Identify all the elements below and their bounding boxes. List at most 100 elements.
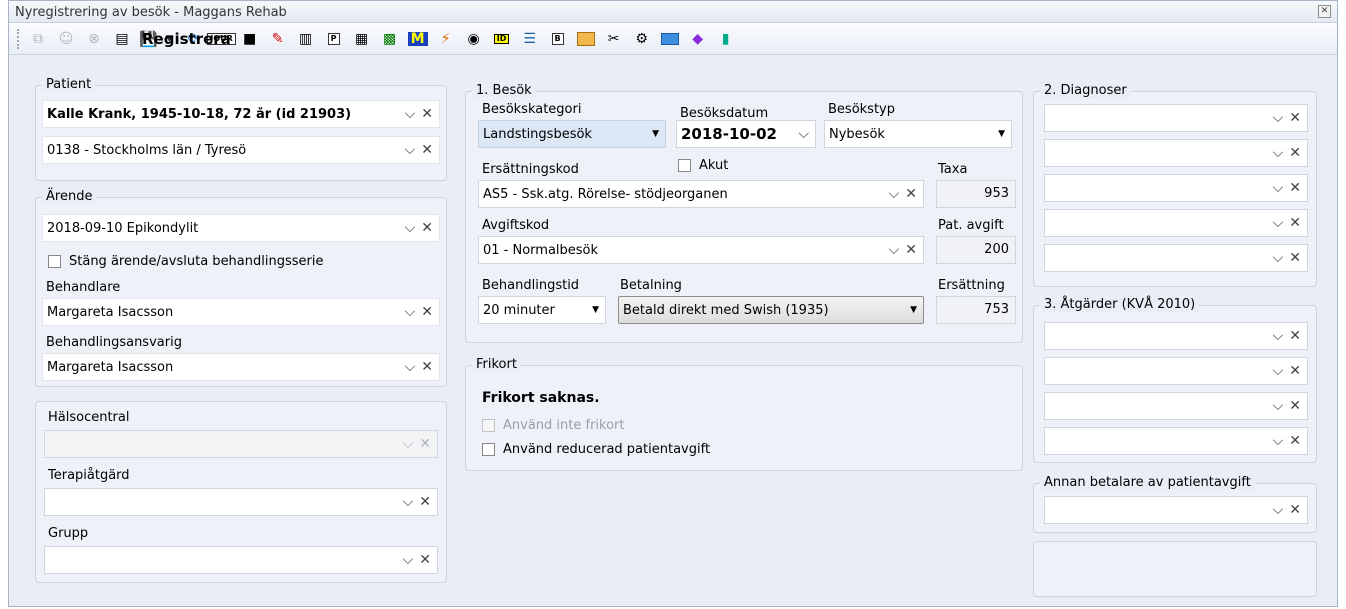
grid-icon[interactable] [575,28,597,50]
payment-icon[interactable] [659,28,681,50]
close-arende-checkbox[interactable]: Stäng ärende/avsluta behandlingsserie [48,254,323,269]
chevron-down-icon[interactable]: ⌵ [889,186,900,202]
clear-icon[interactable]: ✕ [1289,180,1301,196]
datum-combo[interactable]: 2018-10-02 ⌵ [676,120,816,148]
clear-icon[interactable]: ✕ [421,359,433,375]
clear-icon[interactable]: ✕ [419,552,431,568]
clear-icon[interactable]: ✕ [1289,363,1301,379]
toolbar-grip[interactable] [17,28,21,49]
calculator-icon[interactable]: ▩ [379,28,401,50]
chevron-down-icon[interactable]: ⌵ [403,494,414,510]
no-frikort-checkbox[interactable]: Använd inte frikort [482,418,625,433]
atgard-combo-1[interactable]: ⌵ ✕ [1044,322,1308,350]
m-icon[interactable]: M [407,28,429,50]
copy-icon[interactable]: ⧉ [27,28,49,50]
list-icon[interactable]: ☰ [519,28,541,50]
chevron-down-icon[interactable]: ⌵ [405,220,416,236]
behandlare-combo[interactable]: Margareta Isacsson ⌵ ✕ [42,298,440,326]
close-icon[interactable]: ✕ [1318,5,1331,18]
clear-icon[interactable]: ✕ [421,142,433,158]
chevron-down-icon[interactable]: ⌵ [1273,328,1284,344]
chevron-down-icon[interactable]: ⌵ [405,304,416,320]
register-button[interactable]: 💾 Registrera ▼ [139,30,231,48]
clear-icon[interactable]: ✕ [1289,398,1301,414]
chevron-down-icon[interactable]: ⌵ [1273,363,1284,379]
avgiftskod-combo[interactable]: 01 - Normalbesök ⌵ ✕ [478,236,924,264]
chevron-down-icon[interactable]: ⌵ [798,126,809,142]
visit-barcode-icon[interactable]: ▥ [295,28,317,50]
terapi-combo[interactable]: ⌵ ✕ [44,488,438,516]
notes-icon[interactable]: ▦ [351,28,373,50]
chevron-down-icon[interactable]: ⌵ [405,142,416,158]
ersattningskod-combo[interactable]: AS5 - Ssk.atg. Rörelse- stödjeorganen ⌵ ✕ [478,180,924,208]
clear-icon[interactable]: ✕ [1289,145,1301,161]
id-icon[interactable]: ID [491,28,513,50]
akut-checkbox[interactable]: Akut [678,158,728,173]
reduced-fee-checkbox[interactable]: Använd reducerad patientavgift [482,442,710,457]
ansvarig-combo[interactable]: Margareta Isacsson ⌵ ✕ [42,353,440,381]
person-icon[interactable]: ☺ [55,28,77,50]
chevron-down-icon[interactable]: ⌵ [1273,250,1284,266]
document-icon[interactable]: ▤ [111,28,133,50]
clear-icon[interactable]: ✕ [905,242,917,258]
dropdown-arrow-icon[interactable]: ▼ [652,129,659,139]
diagnos-combo-2[interactable]: ⌵ ✕ [1044,139,1308,167]
chevron-down-icon[interactable]: ⌵ [403,436,414,452]
diagnos-combo-4[interactable]: ⌵ ✕ [1044,209,1308,237]
kategori-dropdown[interactable]: Landstingsbesök ▼ [478,120,666,148]
clear-icon[interactable]: ✕ [419,436,431,452]
exit-icon[interactable]: ▮ [715,28,737,50]
halsocentral-combo[interactable]: ⌵ ✕ [44,430,438,458]
atgard-combo-4[interactable]: ⌵ ✕ [1044,427,1308,455]
edit-note-icon[interactable]: ✎ [267,28,289,50]
annan-betalare-combo[interactable]: ⌵ ✕ [1044,496,1308,524]
clear-icon[interactable]: ✕ [419,494,431,510]
tool-icon[interactable]: ✂ [603,28,625,50]
dropdown-arrow-icon[interactable]: ▼ [592,305,599,315]
arende-combo[interactable]: 2018-09-10 Epikondylit ⌵ ✕ [42,214,440,242]
chevron-down-icon[interactable]: ⌵ [889,242,900,258]
title-bar: Nyregistrering av besök - Maggans Rehab … [9,1,1337,23]
chevron-down-icon[interactable]: ⌵ [1273,180,1284,196]
clear-icon[interactable]: ✕ [1289,502,1301,518]
chevron-down-icon[interactable]: ⌵ [1273,433,1284,449]
atgard-combo-2[interactable]: ⌵ ✕ [1044,357,1308,385]
grupp-combo[interactable]: ⌵ ✕ [44,546,438,574]
region-combo[interactable]: 0138 - Stockholms län / Tyresö ⌵ ✕ [42,136,440,164]
betalning-dropdown[interactable]: Betald direkt med Swish (1935) ▼ [618,296,924,324]
chevron-down-icon[interactable]: ⌵ [1273,502,1284,518]
clear-icon[interactable]: ✕ [421,220,433,236]
typ-dropdown[interactable]: Nybesök ▼ [824,120,1012,148]
clear-icon[interactable]: ✕ [1289,328,1301,344]
clear-icon[interactable]: ✕ [421,106,433,122]
chevron-down-icon[interactable]: ⌵ [1273,398,1284,414]
clear-icon[interactable]: ✕ [1289,110,1301,126]
cancel-icon[interactable]: ⊗ [83,28,105,50]
chevron-down-icon[interactable]: ⌵ [405,106,416,122]
atgard-combo-3[interactable]: ⌵ ✕ [1044,392,1308,420]
book-icon[interactable]: ◆ [687,28,709,50]
chevron-down-icon[interactable]: ⌵ [405,359,416,375]
dropdown-arrow-icon[interactable]: ▼ [998,129,1005,139]
diagnos-combo-1[interactable]: ⌵ ✕ [1044,104,1308,132]
people-icon[interactable]: ⚙ [631,28,653,50]
chevron-down-icon[interactable]: ⌵ [1273,145,1284,161]
p-card-icon[interactable]: P [323,28,345,50]
diagnos-combo-5[interactable]: ⌵ ✕ [1044,244,1308,272]
patient-combo[interactable]: Kalle Krank, 1945-10-18, 72 år (id 21903… [42,100,440,128]
behandlingstid-dropdown[interactable]: 20 minuter ▼ [478,296,606,324]
clear-icon[interactable]: ✕ [421,304,433,320]
b-icon[interactable]: B [547,28,569,50]
clear-icon[interactable]: ✕ [1289,433,1301,449]
clear-icon[interactable]: ✕ [1289,215,1301,231]
briefcase-icon[interactable]: ■ [239,28,261,50]
chat-icon[interactable]: ◉ [463,28,485,50]
clear-icon[interactable]: ✕ [905,186,917,202]
dropdown-arrow-icon[interactable]: ▼ [910,305,917,315]
chevron-down-icon[interactable]: ⌵ [403,552,414,568]
flash-card-icon[interactable]: ⚡ [435,28,457,50]
chevron-down-icon[interactable]: ⌵ [1273,215,1284,231]
clear-icon[interactable]: ✕ [1289,250,1301,266]
diagnos-combo-3[interactable]: ⌵ ✕ [1044,174,1308,202]
chevron-down-icon[interactable]: ⌵ [1273,110,1284,126]
